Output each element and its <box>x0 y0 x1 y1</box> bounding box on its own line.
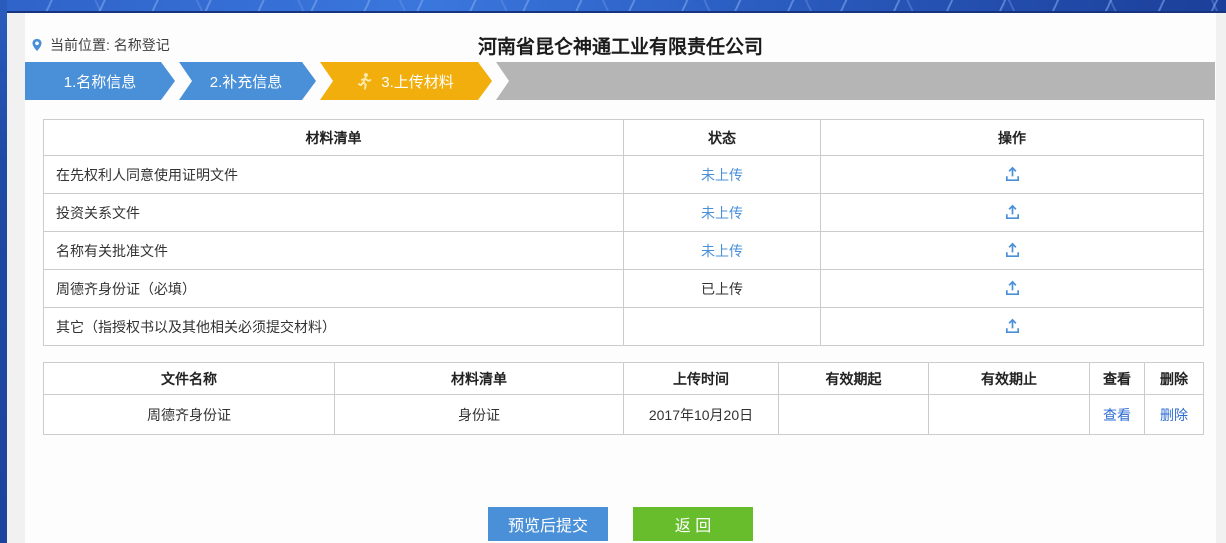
upload-button[interactable] <box>998 164 1027 185</box>
col-valid-to: 有效期止 <box>929 363 1090 395</box>
step-1-label: 1.名称信息 <box>64 71 137 92</box>
table-row: 名称有关批准文件 未上传 <box>44 232 1204 270</box>
status-text[interactable]: 未上传 <box>701 205 743 221</box>
material-name: 周德齐身份证（必填） <box>44 270 624 308</box>
material-name: 名称有关批准文件 <box>44 232 624 270</box>
upload-button[interactable] <box>998 240 1027 261</box>
col-file-name: 文件名称 <box>44 363 335 395</box>
table-row: 投资关系文件 未上传 <box>44 194 1204 232</box>
table-row: 在先权利人同意使用证明文件 未上传 <box>44 156 1204 194</box>
file-upload-time: 2017年10月20日 <box>624 395 779 435</box>
walking-person-icon <box>355 72 374 91</box>
step-1-name-info[interactable]: 1.名称信息 <box>25 62 175 100</box>
step-bar-remainder <box>483 62 1215 100</box>
material-name: 投资关系文件 <box>44 194 624 232</box>
files-header-row: 文件名称 材料清单 上传时间 有效期起 有效期止 查看 删除 <box>44 363 1204 395</box>
col-material-list: 材料清单 <box>44 120 624 156</box>
col-operation: 操作 <box>821 120 1204 156</box>
page: { "header": { "location_label": "当前位置: 名… <box>0 0 1226 543</box>
status-text[interactable]: 未上传 <box>701 243 743 259</box>
action-buttons: 预览后提交 返 回 <box>25 507 1216 541</box>
materials-table: 材料清单 状态 操作 在先权利人同意使用证明文件 未上传 投资关系文件 未上传 … <box>43 119 1204 346</box>
left-edge-strip <box>0 0 7 543</box>
upload-button[interactable] <box>998 278 1027 299</box>
page-title: 河南省昆仑神通工业有限责任公司 <box>25 32 1216 59</box>
col-valid-from: 有效期起 <box>779 363 929 395</box>
preview-submit-button[interactable]: 预览后提交 <box>488 507 608 541</box>
status-text: 已上传 <box>701 281 743 297</box>
upload-button[interactable] <box>998 202 1027 223</box>
material-name: 其它（指授权书以及其他相关必须提交材料） <box>44 308 624 346</box>
view-link[interactable]: 查看 <box>1103 407 1131 423</box>
col-delete: 删除 <box>1145 363 1204 395</box>
file-valid-to <box>929 395 1090 435</box>
col-material-list: 材料清单 <box>335 363 624 395</box>
table-row: 周德齐身份证 身份证 2017年10月20日 查看 删除 <box>44 395 1204 435</box>
file-name: 周德齐身份证 <box>44 395 335 435</box>
delete-link[interactable]: 删除 <box>1160 407 1188 423</box>
back-button[interactable]: 返 回 <box>633 507 753 541</box>
col-status: 状态 <box>624 120 821 156</box>
step-2-supplement-info[interactable]: 2.补充信息 <box>166 62 316 100</box>
step-3-label: 3.上传材料 <box>381 71 454 92</box>
materials-header-row: 材料清单 状态 操作 <box>44 120 1204 156</box>
table-row: 其它（指授权书以及其他相关必须提交材料） <box>44 308 1204 346</box>
step-3-upload-materials[interactable]: 3.上传材料 <box>307 62 492 100</box>
step-2-label: 2.补充信息 <box>210 71 283 92</box>
table-row: 周德齐身份证（必填） 已上传 <box>44 270 1204 308</box>
top-banner <box>0 0 1226 13</box>
file-material: 身份证 <box>335 395 624 435</box>
header-row: 当前位置: 名称登记 河南省昆仑神通工业有限责任公司 <box>25 13 1216 53</box>
material-name: 在先权利人同意使用证明文件 <box>44 156 624 194</box>
upload-button[interactable] <box>998 316 1027 337</box>
uploaded-files-table: 文件名称 材料清单 上传时间 有效期起 有效期止 查看 删除 周德齐身份证 身份… <box>43 362 1204 435</box>
content-panel: 当前位置: 名称登记 河南省昆仑神通工业有限责任公司 1.名称信息 2.补充信息… <box>25 13 1216 543</box>
col-view: 查看 <box>1090 363 1145 395</box>
file-valid-from <box>779 395 929 435</box>
step-wizard: 1.名称信息 2.补充信息 3.上传材料 <box>25 62 1215 100</box>
col-upload-time: 上传时间 <box>624 363 779 395</box>
status-text[interactable]: 未上传 <box>701 167 743 183</box>
